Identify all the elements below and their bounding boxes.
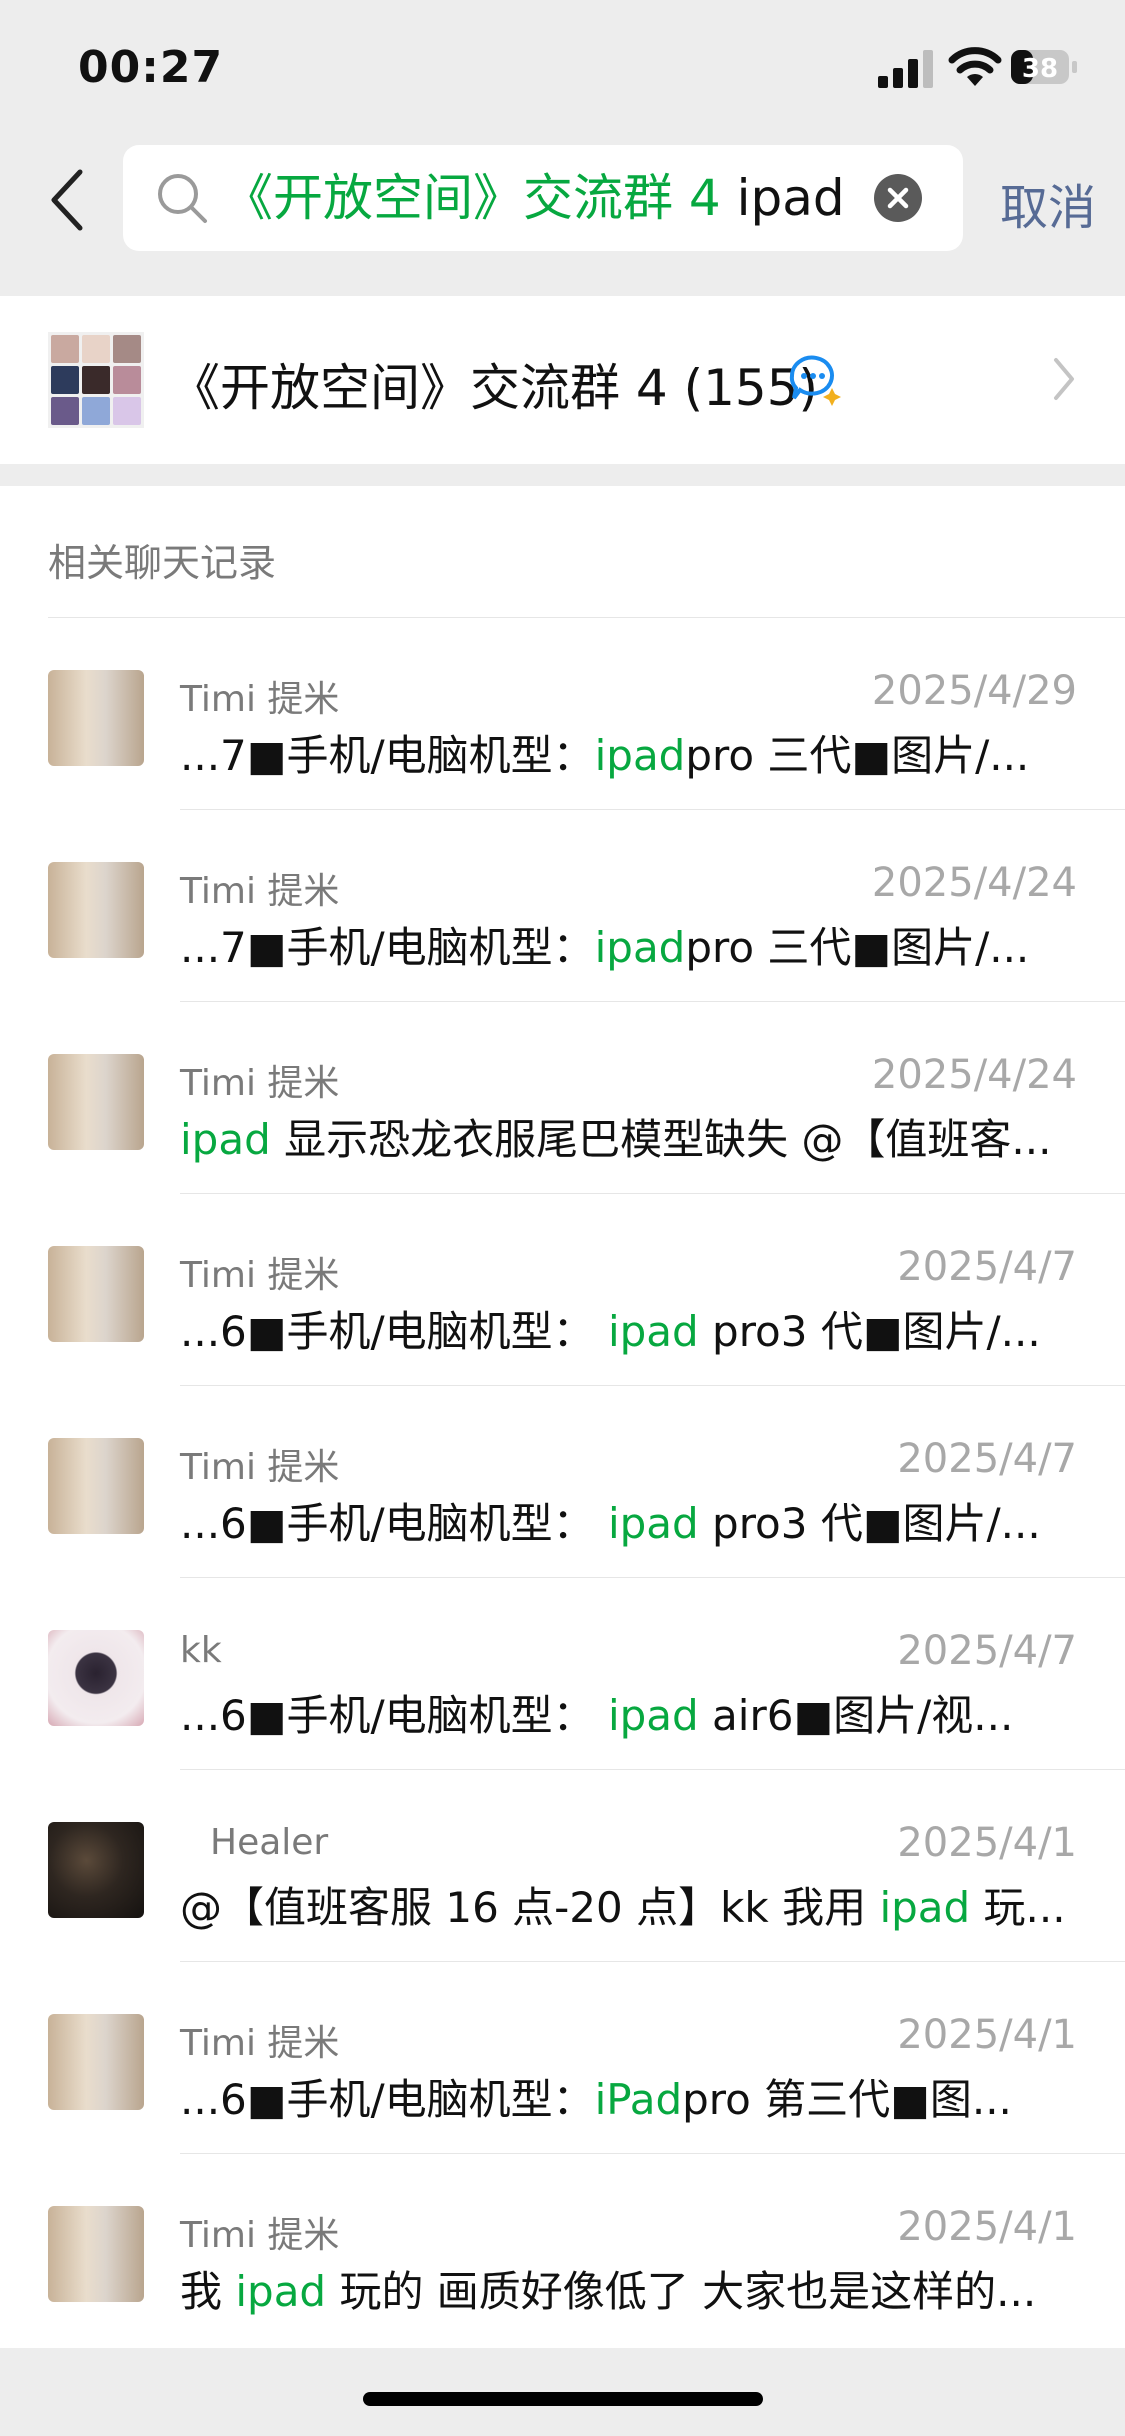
group-avatar — [48, 332, 144, 428]
search-bar[interactable]: 《开放空间》交流群 4 ipad — [123, 145, 963, 251]
message-snippet: ...6■手机/电脑机型： ipad pro3 代■图片/... — [180, 1307, 1041, 1356]
avatar — [48, 1630, 144, 1726]
message-date: 2025/4/29 — [871, 668, 1077, 714]
sender-name: Timi 提米 — [180, 1063, 340, 1104]
message-snippet: @【值班客服 16 点-20 点】kk 我用 ipad 玩... — [180, 1883, 1066, 1932]
avatar — [48, 1822, 144, 1918]
status-time: 00:27 — [78, 42, 224, 93]
message-date: 2025/4/7 — [897, 1436, 1077, 1482]
chevron-right-icon — [1054, 358, 1074, 400]
search-query-keyword: ipad — [720, 169, 845, 227]
sender-name: Timi 提米 — [180, 2215, 340, 2256]
clear-search-icon[interactable] — [873, 173, 923, 223]
search-icon — [158, 174, 207, 223]
list-item[interactable]: Timi 提米 2025/4/1 我 ipad 玩的 画质好像低了 大家也是这样… — [0, 2154, 1125, 2346]
message-snippet: ...7■手机/电脑机型：ipadpro 三代■图片/... — [180, 731, 1030, 780]
list-item[interactable]: Healer 2025/4/1 @【值班客服 16 点-20 点】kk 我用 i… — [0, 1770, 1125, 1962]
message-date: 2025/4/24 — [871, 860, 1077, 906]
message-snippet: ipad 显示恐龙衣服尾巴模型缺失 @【值班客... — [180, 1115, 1052, 1164]
avatar — [48, 1438, 144, 1534]
avatar — [48, 2206, 144, 2302]
battery-level: 38 — [1022, 54, 1058, 84]
message-snippet: ...6■手机/电脑机型： ipad air6■图片/视... — [180, 1691, 1014, 1740]
message-snippet: ...6■手机/电脑机型： ipad pro3 代■图片/... — [180, 1499, 1041, 1548]
list-item[interactable]: Timi 提米 2025/4/24 ...7■手机/电脑机型：ipadpro 三… — [0, 810, 1125, 1002]
home-indicator[interactable] — [363, 2392, 763, 2406]
sender-name: Timi 提米 — [180, 1447, 340, 1488]
group-title: 《开放空间》交流群 4 (155) — [170, 359, 819, 417]
message-date: 2025/4/1 — [897, 2204, 1077, 2250]
records-header: 相关聊天记录 — [48, 541, 277, 585]
wifi-icon — [948, 47, 1002, 86]
battery-icon: 38 — [1011, 50, 1077, 84]
list-item[interactable]: Timi 提米 2025/4/7 ...6■手机/电脑机型： ipad pro3… — [0, 1386, 1125, 1578]
avatar — [48, 1246, 144, 1342]
cellular-signal-icon — [878, 50, 933, 88]
cancel-button[interactable]: 取消 — [1000, 168, 1096, 238]
message-date: 2025/4/1 — [897, 1820, 1077, 1866]
list-item[interactable]: Timi 提米 2025/4/29 ...7■手机/电脑机型：ipadpro 三… — [0, 618, 1125, 810]
message-snippet: 我 ipad 玩的 画质好像低了 大家也是这样的... — [180, 2267, 1037, 2316]
message-date: 2025/4/24 — [871, 1052, 1077, 1098]
search-query-group: 《开放空间》交流群 4 — [223, 169, 721, 227]
sender-name: Timi 提米 — [180, 679, 340, 720]
status-bar: 00:27 38 — [0, 0, 1125, 135]
list-item[interactable]: Timi 提米 2025/4/1 ...6■手机/电脑机型：iPadpro 第三… — [0, 1962, 1125, 2154]
avatar — [48, 1054, 144, 1150]
list-item[interactable]: Timi 提米 2025/4/24 ipad 显示恐龙衣服尾巴模型缺失 @【值班… — [0, 1002, 1125, 1194]
avatar — [48, 670, 144, 766]
list-item[interactable]: Timi 提米 2025/4/7 ...6■手机/电脑机型： ipad pro3… — [0, 1194, 1125, 1386]
sender-name: Timi 提米 — [180, 871, 340, 912]
message-date: 2025/4/1 — [897, 2012, 1077, 2058]
message-snippet: ...6■手机/电脑机型：iPadpro 第三代■图... — [180, 2075, 1012, 2124]
message-date: 2025/4/7 — [897, 1244, 1077, 1290]
avatar — [48, 2014, 144, 2110]
message-snippet: ...7■手机/电脑机型：ipadpro 三代■图片/... — [180, 923, 1030, 972]
list-item[interactable]: kk 2025/4/7 ...6■手机/电脑机型： ipad air6■图片/视… — [0, 1578, 1125, 1770]
sender-name: Timi 提米 — [180, 2023, 340, 2064]
message-date: 2025/4/7 — [897, 1628, 1077, 1674]
sender-name: Healer — [210, 1822, 329, 1863]
back-arrow-icon[interactable] — [44, 168, 92, 232]
chat-records-section: 相关聊天记录 Timi 提米 2025/4/29 ...7■手机/电脑机型：ip… — [0, 486, 1125, 2348]
group-result[interactable]: 《开放空间》交流群 4 (155) — [0, 296, 1125, 464]
group-chat-icon — [789, 355, 841, 406]
sender-name: Timi 提米 — [180, 1255, 340, 1296]
search-input[interactable]: 《开放空间》交流群 4 ipad — [223, 169, 845, 227]
avatar — [48, 862, 144, 958]
sender-name: kk — [180, 1630, 222, 1671]
